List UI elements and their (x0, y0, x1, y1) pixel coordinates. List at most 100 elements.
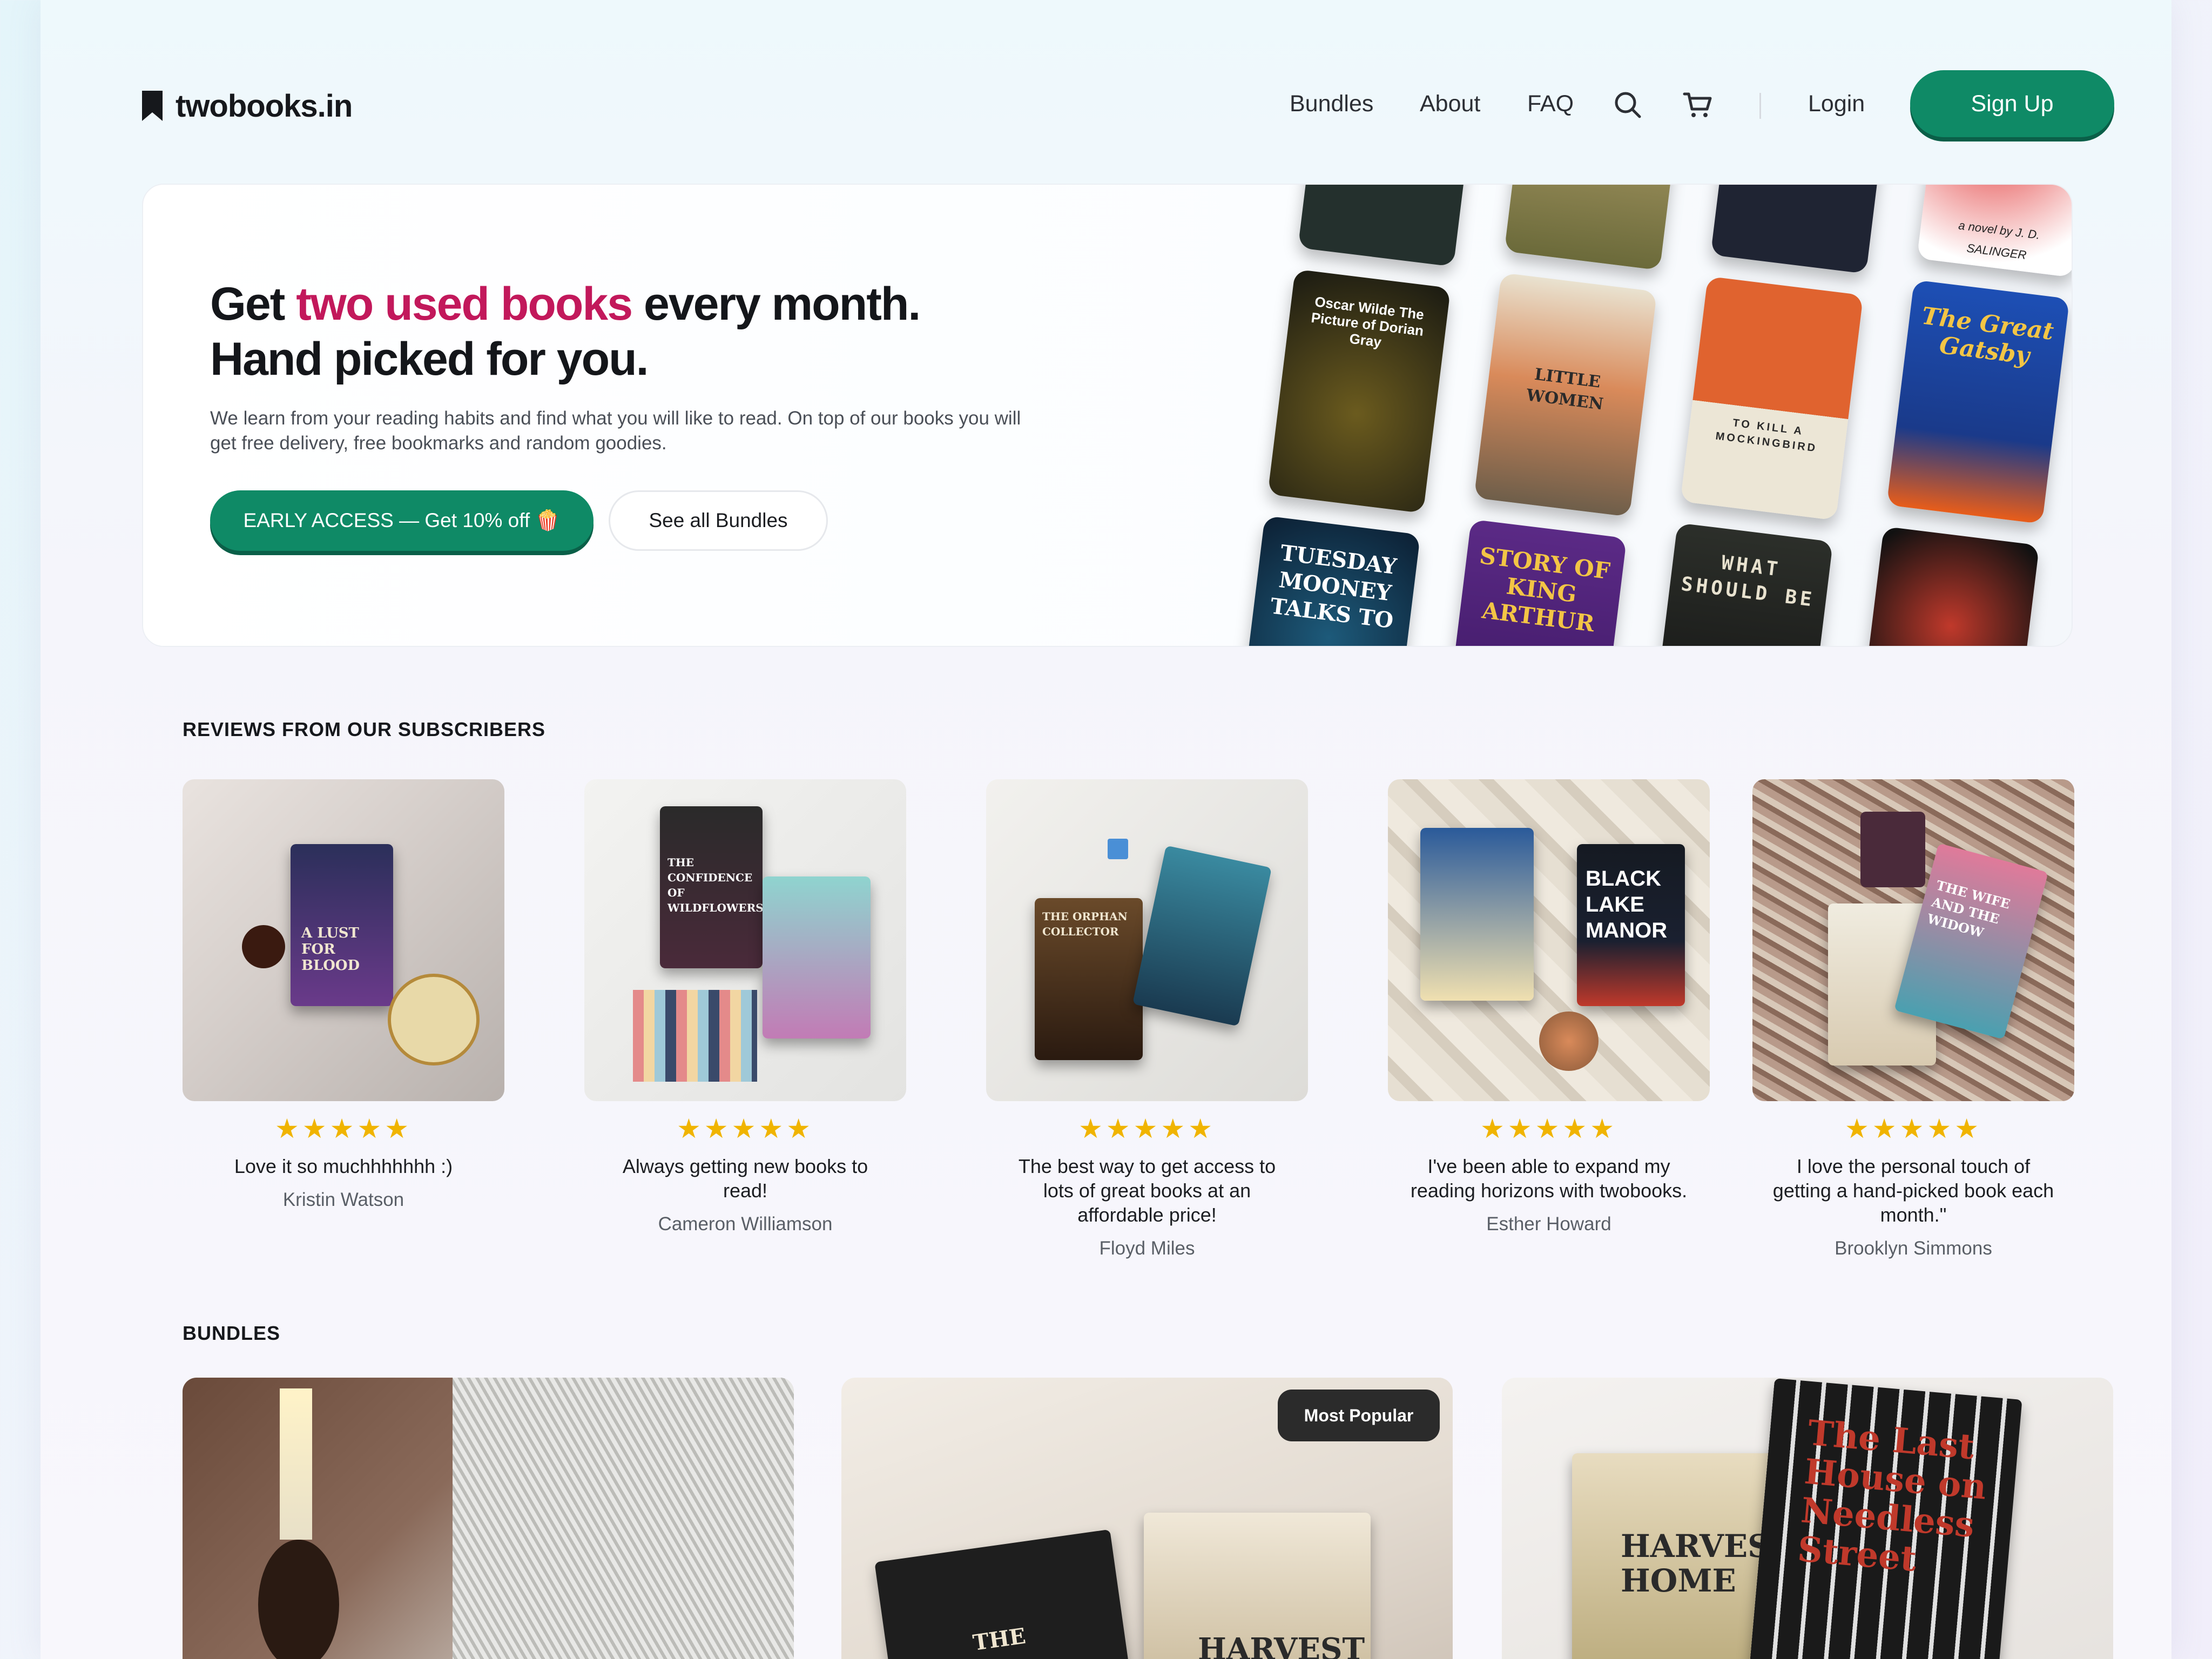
page-frame: twobooks.in Bundles About FAQ Login Sign… (41, 0, 2171, 1659)
reviewer-name: Cameron Williamson (658, 1213, 833, 1235)
book-cover (1298, 185, 1481, 267)
brand-logo[interactable]: twobooks.in (142, 86, 353, 125)
nav-link-faq[interactable]: FAQ (1527, 91, 1574, 117)
book-cover-title: WHAT SHOULD BE (1680, 551, 1816, 611)
book-cover-title: Oscar Wilde The Picture of Dorian Gray (1310, 293, 1425, 350)
book-cover (763, 876, 871, 1038)
book-cover: LITTLE WOMEN (1474, 272, 1657, 517)
book-cover: THE ORPHAN COLLECTOR (1035, 898, 1143, 1060)
most-popular-badge: Most Popular (1278, 1390, 1440, 1441)
book-cover: THE CONFIDENCE OF WILDFLOWERS (660, 806, 763, 968)
review-text: I've been able to expand my reading hori… (1410, 1155, 1688, 1202)
brand-name: twobooks.in (176, 88, 353, 124)
hero-headline: Get two used books every month. Hand pic… (210, 276, 921, 387)
review-card: THE CONFIDENCE OF WILDFLOWERS ★★★★★ Alwa… (584, 779, 906, 1235)
star-rating: ★★★★★ (1844, 1114, 1982, 1144)
reviewer-name: Kristin Watson (282, 1189, 404, 1210)
reviews-section-title: REVIEWS FROM OUR SUBSCRIBERS (183, 718, 546, 740)
book-cover-title: A LUST FOR BLOOD (301, 925, 360, 974)
top-navigation: twobooks.in Bundles About FAQ Login Sign… (41, 0, 2171, 184)
book-cover (1504, 185, 1688, 271)
sticky-tabs (633, 990, 757, 1082)
toy-block (1108, 839, 1128, 859)
book-cover (1420, 828, 1534, 1001)
book-cover: WHAT SHOULD BE (1650, 523, 1833, 646)
book-cover: A LUST FOR BLOOD (291, 844, 393, 1006)
review-text: The best way to get access to lots of gr… (1018, 1155, 1276, 1226)
book-cover: STORY OF KING ARTHUR (1444, 519, 1627, 646)
book-cover-title: STORY OF KING ARTHUR (1478, 542, 1611, 637)
book-cover-title: a novel by J. D. SALINGER (1958, 218, 2041, 262)
nav-divider (1759, 93, 1761, 119)
review-text: Love it so muchhhhhhh :) (234, 1155, 453, 1177)
review-card: THE WIFE AND THE WIDOW ★★★★★ I love the … (1752, 779, 2074, 1259)
book-cover: TUESDAY MOONEY TALKS TO (1237, 515, 1421, 646)
review-text: I love the personal touch of getting a h… (1772, 1155, 2054, 1226)
review-card: BLACK LAKE MANOR ★★★★★ I've been able to… (1388, 779, 1710, 1235)
review-card: A LUST FOR BLOOD ★★★★★ Love it so muchhh… (183, 779, 504, 1211)
star-rating: ★★★★★ (676, 1114, 814, 1144)
book-cover-collage: Oscar Wilde The Picture of Dorian Gray T… (1218, 185, 2072, 646)
headline-post: every month. (632, 278, 921, 330)
book-cover: The Last House on Needless Street (1748, 1378, 2022, 1659)
bundles-section-title: BUNDLES (183, 1322, 281, 1344)
review-photo: THE WIFE AND THE WIDOW (1752, 779, 2074, 1101)
review-photo: BLACK LAKE MANOR (1388, 779, 1710, 1101)
nav-link-bundles[interactable]: Bundles (1290, 91, 1373, 117)
book-cover: HARVEST (1144, 1513, 1371, 1659)
reviewer-name: Floyd Miles (1099, 1238, 1195, 1259)
book-cover (1856, 526, 2040, 646)
reviewer-name: Esther Howard (1486, 1213, 1611, 1235)
decor-item (242, 925, 285, 968)
headline-line2: Hand picked for you. (210, 333, 649, 385)
book-cover-title: THE CONFIDENCE OF WILDFLOWERS (667, 856, 763, 914)
book-cover-title: HARVEST (1198, 1631, 1365, 1659)
bookmark-icon (142, 91, 163, 121)
decor-jar (1860, 812, 1925, 887)
book-cover: TO KILL A MOCKINGBIRD (1680, 276, 1864, 521)
book-cover-title: THE (971, 1623, 1028, 1656)
headline-accent: two used books (296, 278, 633, 330)
book-cover-title: THE WIFE AND THE WIDOW (1925, 877, 2012, 941)
book-cover-title: TO KILL A MOCKINGBIRD (1715, 417, 1818, 455)
signup-button[interactable]: Sign Up (1910, 70, 2114, 137)
star-rating: ★★★★★ (1078, 1114, 1216, 1144)
decor-plant (1539, 1011, 1599, 1071)
book-cover-title: BLACK LAKE MANOR (1586, 867, 1668, 942)
book-cover: BLACK LAKE MANOR (1577, 844, 1685, 1006)
book-cover: Oscar Wilde The Picture of Dorian Gray (1267, 269, 1451, 514)
decor-plate (388, 974, 480, 1065)
book-cover (1710, 185, 1894, 274)
book-cover-title: TUESDAY MOONEY TALKS TO (1269, 539, 1398, 634)
star-rating: ★★★★★ (274, 1114, 413, 1144)
review-text: Always getting new books to read! (622, 1155, 868, 1202)
nav-link-about[interactable]: About (1420, 91, 1480, 117)
decor-candle (280, 1388, 312, 1540)
decor-pine (453, 1378, 794, 1659)
book-cover (1132, 845, 1272, 1027)
book-cover: a novel by J. D. SALINGER (1917, 185, 2072, 278)
star-rating: ★★★★★ (1480, 1114, 1618, 1144)
bundle-card[interactable]: HARVEST HOME The Last House on Needless … (1502, 1378, 2113, 1659)
search-icon[interactable] (1611, 89, 1644, 121)
review-card: THE ORPHAN COLLECTOR ★★★★★ The best way … (986, 779, 1308, 1259)
book-cover-title: LITTLE WOMEN (1525, 365, 1604, 414)
cart-icon[interactable] (1681, 89, 1714, 121)
hero-subtext: We learn from your reading habits and fi… (210, 408, 1021, 454)
bundle-card[interactable]: Most Popular THE HARVEST (841, 1378, 1453, 1659)
headline-pre: Get (210, 278, 296, 330)
book-cover: THE (874, 1529, 1132, 1659)
book-cover-title: The Last House on Needless Street (1796, 1412, 1988, 1580)
review-photo: A LUST FOR BLOOD (183, 779, 504, 1101)
bundle-card[interactable] (183, 1378, 794, 1659)
login-link[interactable]: Login (1808, 91, 1865, 117)
early-access-button[interactable]: EARLY ACCESS — Get 10% off 🍿 (210, 490, 594, 551)
book-cover: The Great Gatsby (1886, 280, 2070, 524)
review-photo: THE CONFIDENCE OF WILDFLOWERS (584, 779, 906, 1101)
book-cover-title: The Great Gatsby (1920, 302, 2055, 370)
reviewer-name: Brooklyn Simmons (1835, 1238, 1992, 1259)
see-all-bundles-button[interactable]: See all Bundles (609, 490, 828, 551)
hero-card: Get two used books every month. Hand pic… (142, 184, 2073, 647)
review-photo: THE ORPHAN COLLECTOR (986, 779, 1308, 1101)
book-cover-title: THE ORPHAN COLLECTOR (1042, 910, 1128, 938)
